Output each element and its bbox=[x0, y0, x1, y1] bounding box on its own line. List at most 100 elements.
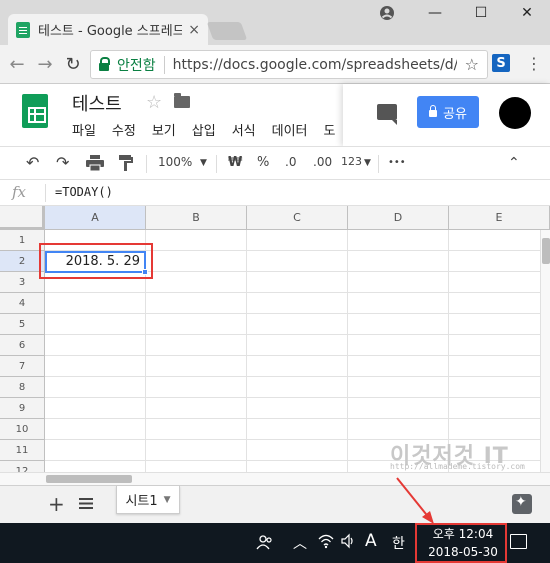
row-header[interactable]: 8 bbox=[0, 377, 45, 398]
url-text[interactable]: https://docs.google.com/spreadsheets/d/.… bbox=[173, 57, 457, 73]
comment-icon[interactable] bbox=[377, 104, 397, 125]
row-header[interactable]: 6 bbox=[0, 335, 45, 356]
grid-cell[interactable] bbox=[348, 377, 449, 398]
grid-cell[interactable] bbox=[247, 440, 348, 461]
more-options-icon[interactable]: ••• bbox=[388, 157, 406, 168]
row-header[interactable]: 7 bbox=[0, 356, 45, 377]
grid-cell[interactable] bbox=[449, 377, 550, 398]
grid-cell[interactable] bbox=[247, 293, 348, 314]
grid-cell[interactable] bbox=[247, 356, 348, 377]
grid-cell[interactable] bbox=[247, 314, 348, 335]
grid-cell[interactable] bbox=[449, 230, 550, 251]
document-title[interactable]: 테스트 bbox=[72, 90, 122, 116]
grid-cell[interactable] bbox=[45, 461, 146, 472]
vertical-scrollbar[interactable] bbox=[540, 230, 550, 472]
row-header[interactable]: 10 bbox=[0, 419, 45, 440]
currency-format-button[interactable]: ₩ bbox=[228, 155, 242, 170]
menu-data[interactable]: 데이터 bbox=[272, 120, 308, 139]
grid-cell[interactable] bbox=[247, 461, 348, 472]
star-icon[interactable]: ☆ bbox=[146, 92, 162, 113]
grid-cell[interactable] bbox=[146, 440, 247, 461]
more-formats-button[interactable]: 123 bbox=[341, 155, 362, 168]
print-icon[interactable] bbox=[86, 155, 104, 175]
grid-cell[interactable] bbox=[247, 377, 348, 398]
chevron-up-icon[interactable]: ︿ bbox=[293, 533, 307, 553]
grid-cell[interactable] bbox=[449, 293, 550, 314]
grid-cell[interactable] bbox=[146, 230, 247, 251]
percent-format-button[interactable]: % bbox=[257, 155, 269, 170]
all-sheets-icon[interactable] bbox=[79, 498, 93, 509]
grid-cell[interactable] bbox=[348, 419, 449, 440]
grid-cell[interactable] bbox=[449, 398, 550, 419]
grid-cell[interactable] bbox=[449, 314, 550, 335]
decrease-decimal-button[interactable]: .0 bbox=[285, 155, 296, 169]
vertical-scroll-thumb[interactable] bbox=[542, 238, 550, 264]
spreadsheet-grid[interactable]: A B C D E 1 2 3 4 5 6 7 8 9 10 11 12 2018. 5. 29 bbox=[0, 206, 550, 472]
folder-icon[interactable] bbox=[174, 93, 190, 108]
bookmark-star-icon[interactable]: ☆ bbox=[465, 55, 479, 74]
menu-insert[interactable]: 삽입 bbox=[192, 120, 216, 139]
column-header-e[interactable]: E bbox=[449, 206, 550, 230]
formula-input[interactable]: =TODAY() bbox=[55, 185, 113, 199]
column-header-b[interactable]: B bbox=[146, 206, 247, 230]
grid-cell[interactable] bbox=[146, 272, 247, 293]
ime-mode-a[interactable]: A bbox=[365, 531, 377, 551]
share-button[interactable]: 공유 bbox=[417, 96, 479, 128]
horizontal-scrollbar[interactable] bbox=[0, 472, 550, 485]
maximize-button[interactable]: ☐ bbox=[458, 0, 504, 26]
avatar[interactable] bbox=[499, 97, 531, 129]
row-header[interactable]: 11 bbox=[0, 440, 45, 461]
grid-cell[interactable] bbox=[45, 314, 146, 335]
grid-cell[interactable] bbox=[247, 398, 348, 419]
close-window-button[interactable]: ✕ bbox=[504, 0, 550, 26]
menu-format[interactable]: 서식 bbox=[232, 120, 256, 139]
chevron-down-icon[interactable]: ▼ bbox=[200, 158, 207, 168]
people-icon[interactable] bbox=[256, 533, 274, 555]
menu-edit[interactable]: 수정 bbox=[112, 120, 136, 139]
grid-cell[interactable] bbox=[348, 314, 449, 335]
menu-file[interactable]: 파일 bbox=[72, 120, 96, 139]
sheets-logo-icon[interactable] bbox=[22, 94, 48, 128]
sheet-tab[interactable]: 시트1 ▼ bbox=[116, 486, 180, 514]
explore-icon[interactable] bbox=[512, 494, 532, 514]
grid-cell[interactable] bbox=[247, 335, 348, 356]
row-header[interactable]: 4 bbox=[0, 293, 45, 314]
column-header-c[interactable]: C bbox=[247, 206, 348, 230]
chevron-down-icon[interactable]: ▼ bbox=[164, 495, 171, 505]
grid-cell[interactable] bbox=[45, 293, 146, 314]
add-sheet-icon[interactable]: + bbox=[48, 492, 65, 516]
notification-center-icon[interactable] bbox=[510, 534, 527, 549]
grid-cell[interactable] bbox=[45, 356, 146, 377]
zoom-select[interactable]: 100% bbox=[158, 155, 192, 169]
increase-decimal-button[interactable]: .00 bbox=[313, 155, 332, 169]
column-header-a[interactable]: A bbox=[45, 206, 146, 230]
grid-cell[interactable] bbox=[146, 377, 247, 398]
grid-cell[interactable] bbox=[348, 293, 449, 314]
forward-icon[interactable]: → bbox=[34, 53, 56, 75]
grid-cell[interactable] bbox=[348, 356, 449, 377]
volume-icon[interactable] bbox=[340, 533, 356, 553]
row-header[interactable]: 9 bbox=[0, 398, 45, 419]
back-icon[interactable]: ← bbox=[6, 53, 28, 75]
menu-tools-partial[interactable]: 도 bbox=[324, 120, 336, 139]
select-all-corner[interactable] bbox=[0, 206, 45, 230]
grid-cell[interactable] bbox=[146, 314, 247, 335]
grid-cell[interactable] bbox=[146, 356, 247, 377]
paint-format-icon[interactable] bbox=[119, 155, 133, 175]
address-bar[interactable]: 안전함 https://docs.google.com/spreadsheets… bbox=[90, 50, 488, 79]
reload-icon[interactable]: ↻ bbox=[62, 53, 84, 75]
grid-cell[interactable] bbox=[45, 398, 146, 419]
grid-cell[interactable] bbox=[146, 293, 247, 314]
new-tab-button[interactable] bbox=[206, 22, 248, 40]
horizontal-scroll-thumb[interactable] bbox=[46, 475, 132, 483]
grid-cell[interactable] bbox=[348, 230, 449, 251]
grid-cell[interactable] bbox=[45, 419, 146, 440]
grid-cell[interactable] bbox=[146, 251, 247, 272]
tab-close-icon[interactable]: × bbox=[188, 22, 200, 38]
row-header[interactable]: 5 bbox=[0, 314, 45, 335]
redo-icon[interactable]: ↷ bbox=[56, 153, 69, 172]
grid-cell[interactable] bbox=[348, 335, 449, 356]
wifi-icon[interactable] bbox=[318, 533, 334, 553]
grid-cell[interactable] bbox=[45, 335, 146, 356]
profile-icon[interactable] bbox=[364, 0, 410, 26]
